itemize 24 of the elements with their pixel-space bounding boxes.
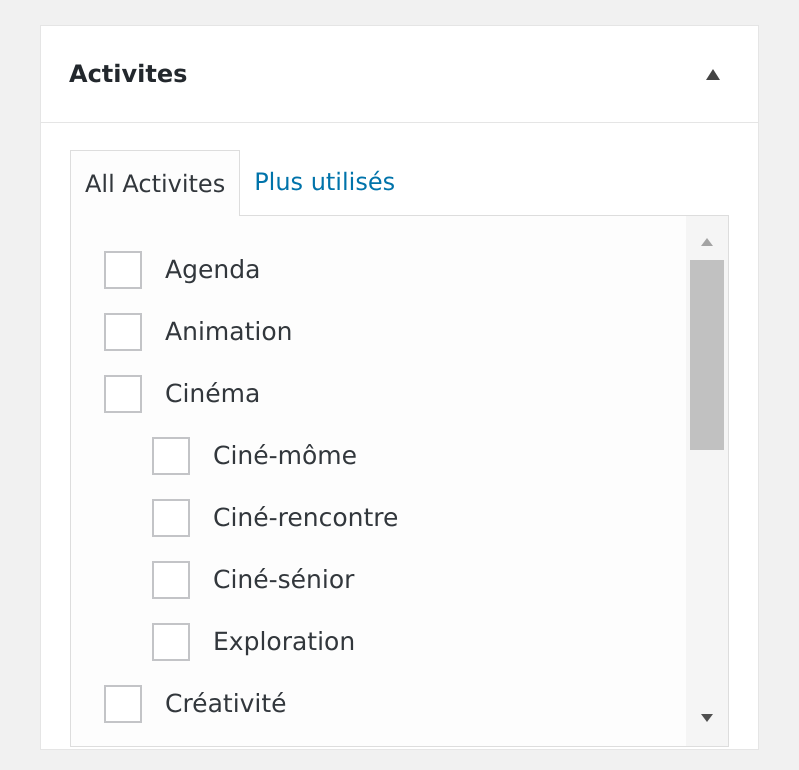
checkbox[interactable] [104, 313, 142, 351]
checkbox[interactable] [152, 499, 190, 537]
checkbox[interactable] [104, 685, 142, 723]
item-label: Ciné-sénior [213, 564, 354, 596]
checkbox[interactable] [152, 623, 190, 661]
item-label: Ciné-rencontre [213, 502, 398, 534]
collapse-toggle-icon[interactable] [706, 68, 720, 80]
scroll-up-icon[interactable] [701, 238, 713, 246]
item-label: Cinéma [165, 378, 260, 410]
scrollbar-thumb[interactable] [690, 260, 724, 450]
item-label: Animation [165, 316, 292, 348]
tab[interactable]: All Activites [70, 150, 240, 216]
panel-title: Activites [69, 59, 188, 90]
item-label: Exploration [213, 626, 356, 658]
item-label: Créativité [165, 688, 287, 720]
tab[interactable]: Plus utilisés [240, 149, 410, 215]
checkbox[interactable] [152, 437, 190, 475]
checkbox[interactable] [104, 251, 142, 289]
item-label: Ciné-môme [213, 440, 358, 472]
scroll-down-icon[interactable] [701, 714, 713, 722]
checkbox[interactable] [152, 561, 190, 599]
checkbox[interactable] [104, 375, 142, 413]
scrollbar[interactable] [686, 216, 728, 746]
item-label: Agenda [165, 254, 260, 286]
